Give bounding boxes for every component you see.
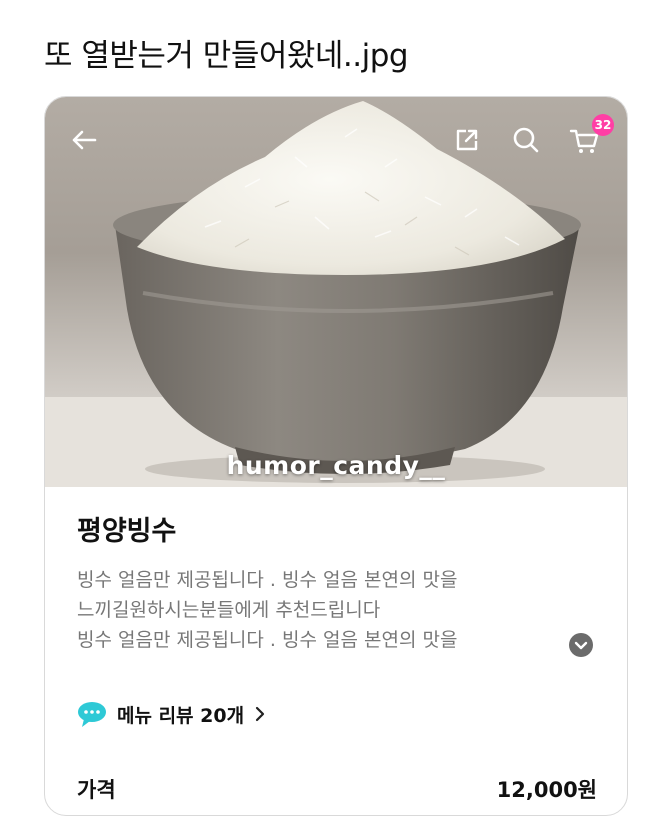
watermark-text: humor_candy__: [226, 451, 446, 480]
chevron-down-icon: [574, 641, 588, 650]
description-line: 빙수 얼음만 제공됩니다 . 빙수 얼음 본연의 맛을: [77, 569, 458, 591]
review-label: 메뉴 리뷰 20개: [117, 704, 245, 727]
post-title: 또 열받는거 만들어왔네..jpg: [44, 38, 409, 74]
description-line: 빙수 얼음만 제공됩니다 . 빙수 얼음 본연의 맛을: [77, 629, 458, 651]
cart-count-badge: 32: [592, 114, 614, 136]
menu-info: 평양빙수 빙수 얼음만 제공됩니다 . 빙수 얼음 본연의 맛을 느끼길원하시는…: [45, 487, 627, 815]
back-arrow-icon[interactable]: [67, 123, 101, 157]
menu-photo: 32 humor_candy__: [45, 97, 627, 487]
menu-card: 32 humor_candy__ 평양빙수 빙수 얼음만 제공됩니다 . 빙수 …: [44, 96, 628, 816]
menu-review-link[interactable]: 메뉴 리뷰 20개: [77, 699, 266, 729]
share-icon[interactable]: [450, 123, 484, 157]
search-icon[interactable]: [509, 123, 543, 157]
menu-name: 평양빙수: [77, 516, 177, 547]
expand-description-button[interactable]: [569, 633, 593, 657]
chevron-right-icon: [255, 706, 265, 722]
description-line: 느끼길원하시는분들에게 추천드립니다: [77, 599, 381, 621]
price-value: 12,000원: [496, 778, 597, 802]
price-label: 가격: [77, 778, 116, 802]
menu-description: 빙수 얼음만 제공됩니다 . 빙수 얼음 본연의 맛을 느끼길원하시는분들에게 …: [77, 565, 547, 655]
speech-bubble-icon: [78, 702, 106, 727]
